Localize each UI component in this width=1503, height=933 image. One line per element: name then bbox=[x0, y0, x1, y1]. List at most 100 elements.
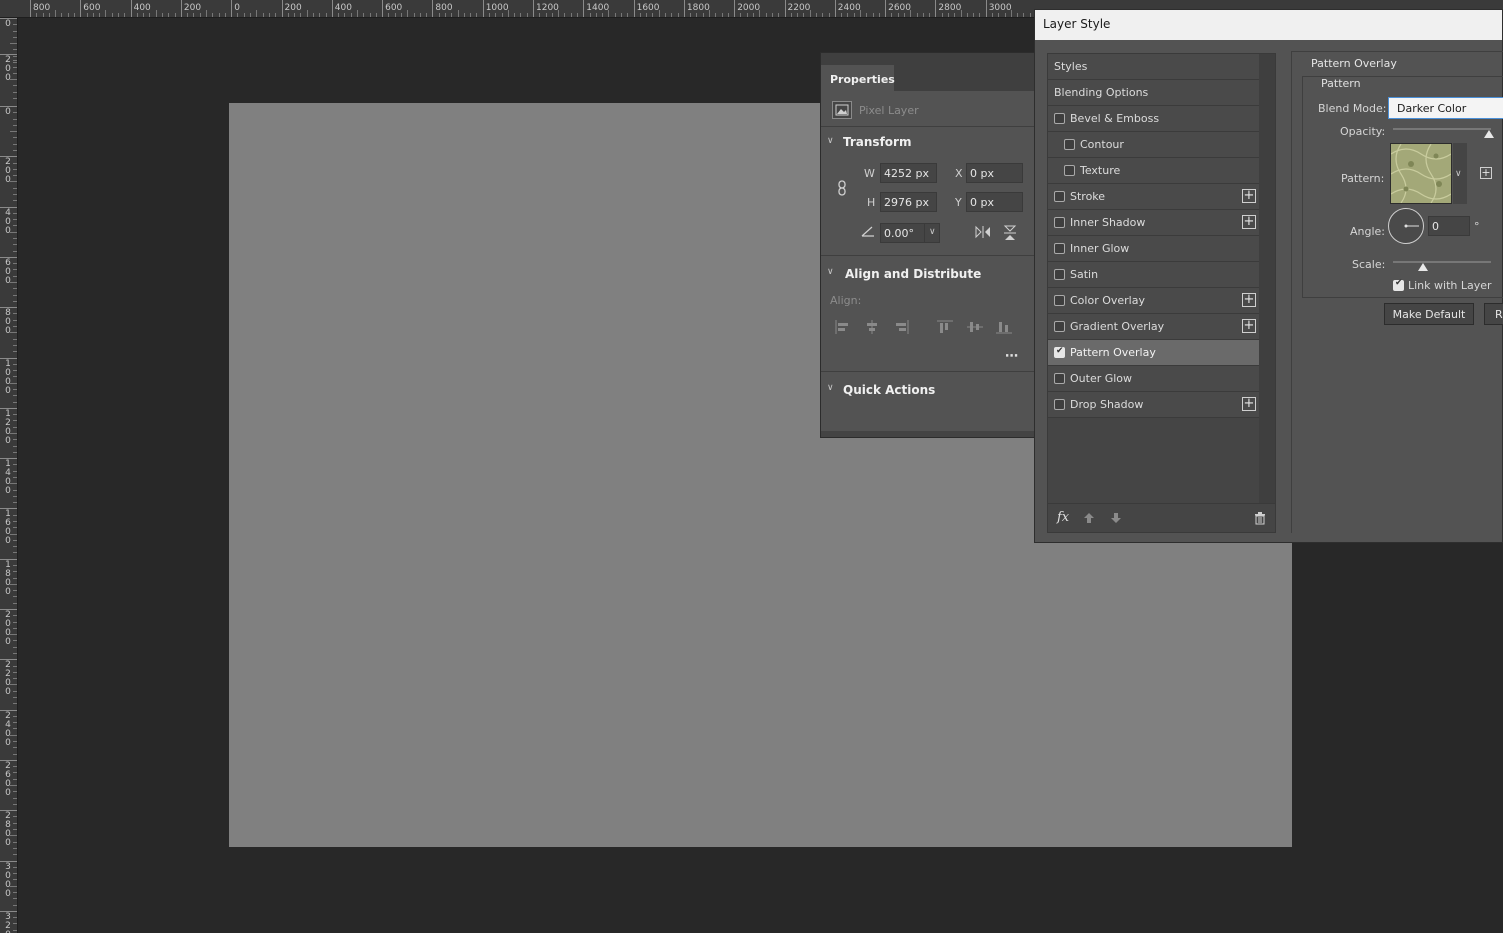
ruler-minor-tick bbox=[797, 13, 799, 17]
ruler-minor-tick bbox=[400, 13, 402, 17]
flip-horizontal-icon[interactable] bbox=[974, 225, 992, 242]
make-default-button[interactable]: Make Default bbox=[1384, 303, 1474, 325]
style-item-bevel-emboss[interactable]: Bevel & Emboss bbox=[1048, 106, 1259, 132]
style-item-texture[interactable]: Texture bbox=[1048, 158, 1259, 184]
add-instance-plus-icon[interactable]: + bbox=[1242, 215, 1256, 229]
ruler-minor-tick bbox=[13, 150, 17, 151]
style-checkbox[interactable] bbox=[1054, 113, 1065, 124]
style-item-stroke[interactable]: + Stroke bbox=[1048, 184, 1259, 210]
style-item-outer-glow[interactable]: Outer Glow bbox=[1048, 366, 1259, 392]
angle-dial[interactable] bbox=[1388, 208, 1424, 244]
style-checkbox[interactable] bbox=[1064, 165, 1075, 176]
ruler-minor-tick bbox=[690, 13, 692, 17]
width-field[interactable]: 4252 px bbox=[880, 163, 937, 183]
panel-resize-handle[interactable] bbox=[821, 431, 1034, 437]
style-item-styles[interactable]: Styles bbox=[1048, 54, 1259, 80]
x-field[interactable]: 0 px bbox=[966, 163, 1023, 183]
reset-to-default-button[interactable]: R bbox=[1484, 303, 1503, 325]
ruler-minor-tick bbox=[960, 10, 962, 17]
ruler-minor-tick bbox=[973, 13, 975, 17]
align-vertical-center-icon[interactable] bbox=[967, 320, 983, 337]
ruler-minor-tick bbox=[13, 527, 17, 529]
ruler-minor-tick bbox=[10, 382, 17, 384]
ruler-minor-tick bbox=[300, 13, 302, 17]
vertical-ruler[interactable]: 0 200 0 200 400 600 800 1000 1200 1400 1600 1800 200… bbox=[0, 18, 18, 933]
y-field[interactable]: 0 px bbox=[966, 192, 1023, 212]
style-item-gradient-overlay[interactable]: + Gradient Overlay bbox=[1048, 314, 1259, 340]
trash-icon[interactable] bbox=[1254, 512, 1266, 528]
ruler-tick-label: 400 bbox=[133, 3, 151, 13]
blend-mode-select[interactable]: Darker Color bbox=[1388, 97, 1503, 119]
pattern-overlay-pane: Pattern Overlay Pattern Blend Mode: Dark… bbox=[1291, 51, 1503, 533]
ruler-minor-tick bbox=[13, 288, 17, 290]
style-item-drop-shadow[interactable]: + Drop Shadow bbox=[1048, 392, 1259, 418]
chevron-down-icon[interactable]: ∨ bbox=[827, 383, 834, 393]
align-horizontal-center-icon[interactable] bbox=[864, 320, 880, 337]
pattern-dropdown-chevron-icon[interactable]: ∨ bbox=[1453, 143, 1467, 204]
scale-slider-thumb[interactable] bbox=[1418, 263, 1428, 271]
angle-dropdown-chevron-icon[interactable]: ∨ bbox=[924, 223, 940, 243]
ruler-minor-tick bbox=[10, 583, 17, 585]
ruler-tick-label: 2200 bbox=[5, 660, 11, 698]
angle-input[interactable]: 0 bbox=[1428, 216, 1470, 236]
ruler-minor-tick bbox=[118, 13, 120, 17]
style-checkbox[interactable] bbox=[1054, 191, 1065, 202]
ruler-minor-tick bbox=[13, 376, 17, 378]
align-bottom-icon[interactable] bbox=[996, 320, 1012, 337]
tab-properties[interactable]: Properties bbox=[821, 65, 895, 91]
style-checkbox[interactable] bbox=[1054, 295, 1065, 306]
fx-icon[interactable]: fx bbox=[1057, 510, 1069, 525]
ruler-minor-tick bbox=[608, 10, 610, 17]
add-instance-plus-icon[interactable]: + bbox=[1242, 319, 1256, 333]
move-up-icon[interactable] bbox=[1083, 512, 1095, 527]
style-item-contour[interactable]: Contour bbox=[1048, 132, 1259, 158]
ruler-tick-label: 1000 bbox=[5, 358, 11, 396]
ruler-minor-tick bbox=[1004, 13, 1006, 17]
add-instance-plus-icon[interactable]: + bbox=[1242, 293, 1256, 307]
scale-slider-track[interactable] bbox=[1393, 261, 1491, 263]
ruler-minor-tick bbox=[13, 326, 17, 328]
add-instance-plus-icon[interactable]: + bbox=[1242, 189, 1256, 203]
style-checkbox[interactable] bbox=[1054, 269, 1065, 280]
opacity-slider-thumb[interactable] bbox=[1484, 130, 1494, 138]
style-item-color-overlay[interactable]: + Color Overlay bbox=[1048, 288, 1259, 314]
move-down-icon[interactable] bbox=[1110, 512, 1122, 527]
style-checkbox[interactable] bbox=[1054, 321, 1065, 332]
styles-scrollbar[interactable] bbox=[1259, 54, 1275, 503]
style-item-blending-options[interactable]: Blending Options bbox=[1048, 80, 1259, 106]
flip-vertical-icon[interactable] bbox=[1003, 224, 1017, 245]
align-top-icon[interactable] bbox=[937, 320, 953, 337]
add-instance-plus-icon[interactable]: + bbox=[1242, 397, 1256, 411]
link-with-layer-checkbox[interactable]: ✔ bbox=[1393, 278, 1404, 291]
more-options-icon[interactable]: ⋯ bbox=[1005, 349, 1018, 364]
style-item-satin[interactable]: Satin bbox=[1048, 262, 1259, 288]
ruler-minor-tick bbox=[859, 10, 861, 17]
style-item-inner-glow[interactable]: Inner Glow bbox=[1048, 236, 1259, 262]
link-icon[interactable] bbox=[836, 178, 848, 201]
pattern-swatch[interactable] bbox=[1390, 143, 1452, 204]
style-checkbox[interactable] bbox=[1064, 139, 1075, 150]
new-preset-plus-icon[interactable]: + bbox=[1480, 167, 1492, 179]
style-checkbox[interactable] bbox=[1054, 243, 1065, 254]
ruler-minor-tick bbox=[627, 13, 629, 17]
chevron-down-icon[interactable]: ∨ bbox=[827, 136, 834, 146]
align-left-icon[interactable] bbox=[835, 320, 851, 337]
style-checkbox[interactable] bbox=[1054, 373, 1065, 384]
style-checkbox[interactable] bbox=[1054, 217, 1065, 228]
style-checkbox[interactable] bbox=[1054, 346, 1065, 358]
ruler-minor-tick bbox=[539, 13, 541, 17]
ruler-minor-tick bbox=[13, 520, 17, 522]
ruler-minor-tick bbox=[13, 577, 17, 579]
style-checkbox[interactable] bbox=[1054, 399, 1065, 410]
chevron-down-icon[interactable]: ∨ bbox=[827, 267, 834, 277]
style-item-pattern-overlay[interactable]: Pattern Overlay bbox=[1048, 340, 1259, 366]
style-item-inner-shadow[interactable]: + Inner Shadow bbox=[1048, 210, 1259, 236]
ruler-minor-tick bbox=[488, 13, 490, 17]
opacity-slider-track[interactable] bbox=[1393, 128, 1491, 130]
ruler-minor-tick bbox=[658, 10, 660, 17]
ruler-tick bbox=[533, 0, 534, 17]
height-field[interactable]: 2976 px bbox=[880, 192, 937, 212]
ruler-minor-tick bbox=[13, 697, 17, 699]
ruler-tick-label: 800 bbox=[33, 3, 51, 13]
align-right-icon[interactable] bbox=[893, 320, 909, 337]
